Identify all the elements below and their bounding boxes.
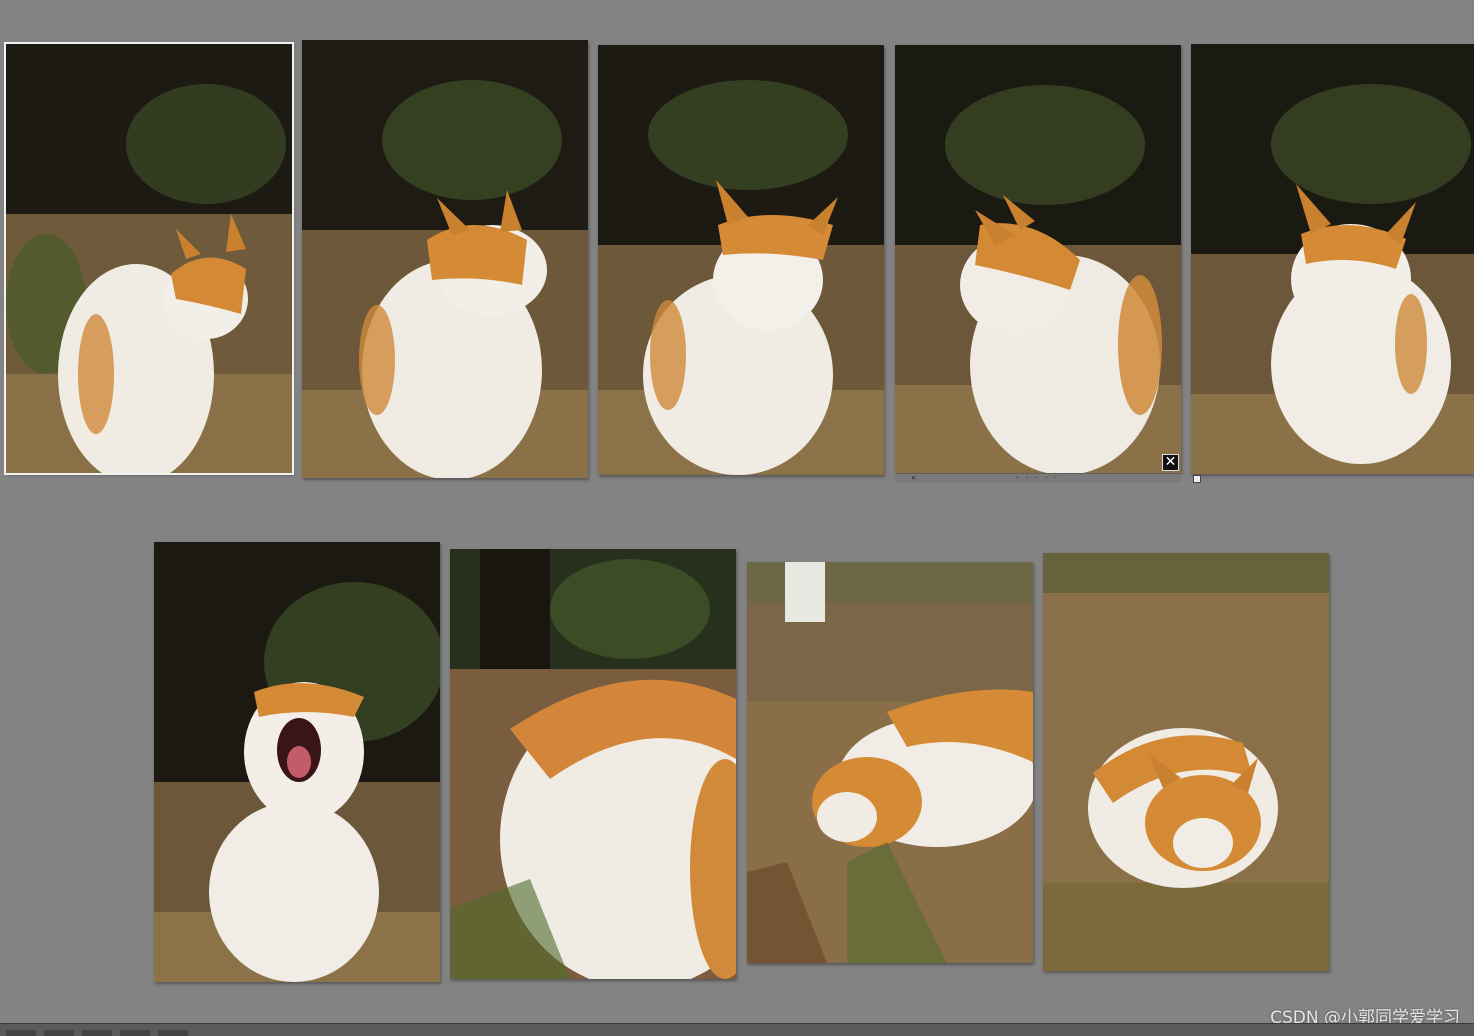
photo-hover-toolbar[interactable]: ✕ · · · · · xyxy=(895,474,1181,482)
pick-flag-icon[interactable] xyxy=(1193,475,1201,483)
filmstrip-tab[interactable] xyxy=(82,1030,112,1036)
cat-photo-8[interactable] xyxy=(747,562,1033,963)
filmstrip-tab[interactable] xyxy=(44,1030,74,1036)
filmstrip-edge xyxy=(0,1023,1474,1036)
filmstrip-tab[interactable] xyxy=(6,1030,36,1036)
cat-photo-5[interactable] xyxy=(1191,44,1474,474)
filmstrip-tab[interactable] xyxy=(158,1030,188,1036)
remove-photo-close-icon[interactable]: ✕ xyxy=(1162,454,1179,471)
cat-photo-4[interactable]: ✕ xyxy=(895,45,1181,473)
filmstrip-tab[interactable] xyxy=(120,1030,150,1036)
photo-grid-canvas: ✕ ✕ · · · · · CSDN @小郭同学爱学习 xyxy=(0,0,1474,1036)
cat-photo-7[interactable] xyxy=(450,549,736,979)
cat-photo-2[interactable] xyxy=(302,40,588,478)
cat-photo-3[interactable] xyxy=(598,45,884,475)
hover-toolbar-rating-dots[interactable]: · · · · · xyxy=(1015,474,1058,482)
cat-photo-9[interactable] xyxy=(1043,553,1329,971)
hover-toolbar-reject-icon[interactable]: ✕ xyxy=(911,474,916,482)
cat-photo-6[interactable] xyxy=(154,542,440,982)
cat-photo-1[interactable] xyxy=(4,42,294,475)
